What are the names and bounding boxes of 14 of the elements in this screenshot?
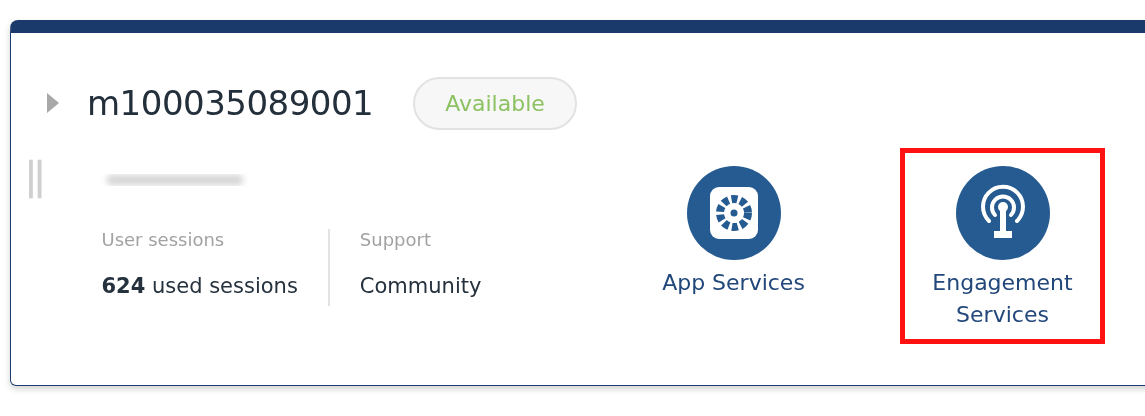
gear-icon	[685, 165, 782, 261]
service-tile[interactable]: App Services	[631, 148, 836, 344]
service-label: Engagement Services	[931, 269, 1074, 329]
antenna-icon	[954, 165, 1051, 261]
card-title: m100035089001	[87, 83, 374, 123]
stat-value: 624 used sessions	[101, 274, 298, 300]
drag-handle-icon[interactable]	[29, 159, 43, 199]
caret-icon[interactable]	[47, 93, 59, 113]
status-badge: Available	[413, 76, 577, 130]
stat-label: Support	[359, 229, 432, 250]
service-label: App Services	[661, 269, 806, 297]
stat-label: User sessions	[101, 229, 226, 250]
highlight-frame[interactable]: Engagement Services	[900, 148, 1105, 344]
stat-value: Community	[359, 274, 482, 300]
